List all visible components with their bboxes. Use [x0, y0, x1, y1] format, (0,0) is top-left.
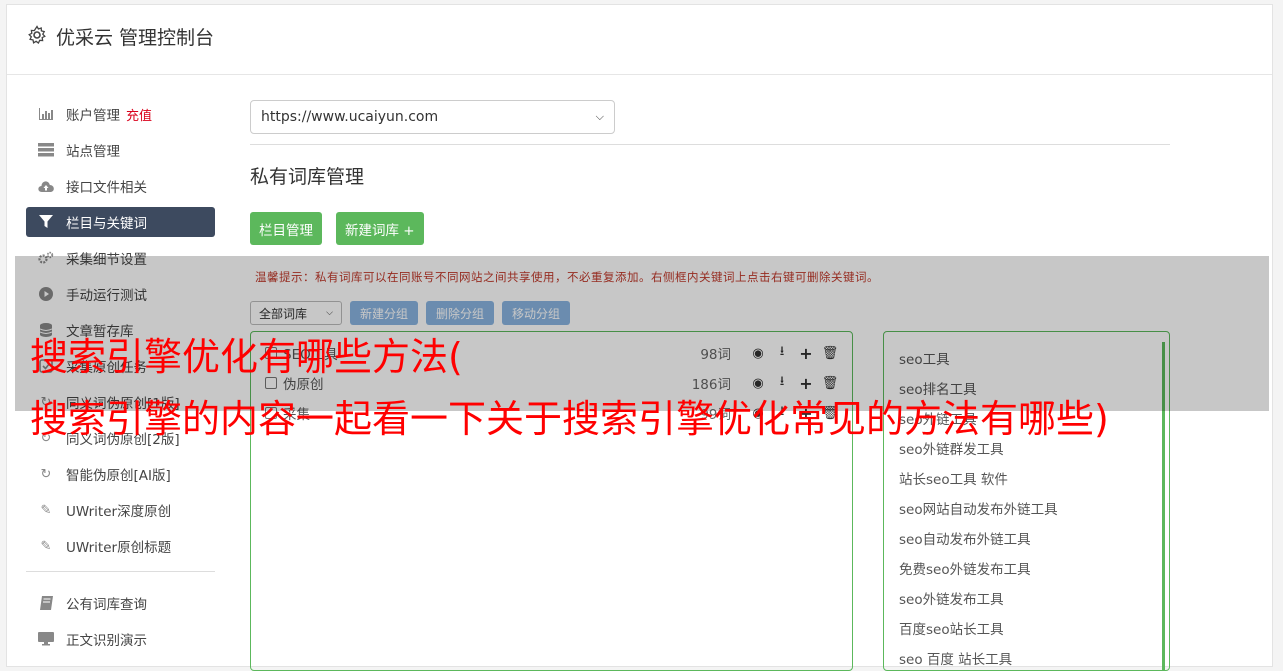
- sidebar-item-label: 公有词库查询: [66, 597, 147, 613]
- overlay-headline-line1: 搜索引擎优化有哪些方法(: [30, 335, 463, 379]
- server-icon: [38, 142, 54, 158]
- sidebar-item-account[interactable]: 账户管理 充值: [26, 99, 215, 129]
- recharge-link[interactable]: 充值: [126, 105, 152, 124]
- divider: [250, 144, 1170, 145]
- keyword-item[interactable]: 站长seo工具 软件: [899, 468, 1008, 488]
- sidebar-item-label: UWriter原创标题: [66, 540, 172, 556]
- gear-icon: [28, 25, 46, 44]
- refresh-icon: ↻: [40, 466, 52, 482]
- keyword-item[interactable]: seo外链群发工具: [899, 438, 1004, 458]
- sidebar-item-label: 正文识别演示: [66, 633, 147, 649]
- sidebar-item-interface[interactable]: 接口文件相关: [26, 171, 215, 201]
- sidebar-item-text-recognition[interactable]: 正文识别演示: [26, 624, 215, 654]
- keyword-item[interactable]: seo自动发布外链工具: [899, 528, 1031, 548]
- overlay-headline-line2: 搜索引擎的内容一起看一下关于搜索引擎优化常见的方法有哪些): [30, 397, 1109, 441]
- page-title: 私有词库管理: [250, 166, 365, 188]
- sidebar-item-label: 智能伪原创[AI版]: [66, 468, 171, 484]
- keyword-item[interactable]: 百度seo站长工具: [899, 618, 1004, 638]
- cloud-upload-icon: [38, 178, 54, 194]
- monitor-icon: [38, 631, 54, 647]
- sidebar-item-label: 接口文件相关: [66, 180, 147, 196]
- columns-manage-button[interactable]: 栏目管理: [250, 212, 322, 245]
- sidebar-item-uwriter-deep[interactable]: ✎ UWriter深度原创: [26, 495, 215, 525]
- sidebar-item-label: 账户管理: [66, 108, 120, 124]
- edit-icon: ✎: [40, 502, 52, 518]
- keyword-item[interactable]: seo外链发布工具: [899, 588, 1004, 608]
- sidebar-item-sites[interactable]: 站点管理: [26, 135, 215, 165]
- sidebar-item-label: 站点管理: [66, 144, 120, 160]
- sidebar-item-public-library[interactable]: 公有词库查询: [26, 588, 215, 618]
- keyword-item[interactable]: seo 百度 站长工具: [899, 648, 1012, 668]
- sidebar-divider: [26, 571, 215, 572]
- filter-icon: [38, 214, 54, 230]
- site-select[interactable]: https://www.ucaiyun.com ⌵: [250, 100, 615, 134]
- sidebar-item-label: 栏目与关键词: [66, 216, 147, 232]
- app-title: 优采云 管理控制台: [56, 27, 215, 49]
- sidebar-item-label: UWriter深度原创: [66, 504, 172, 520]
- book-icon: [38, 595, 54, 611]
- keyword-item[interactable]: 免费seo外链发布工具: [899, 558, 1031, 578]
- top-bar: 优采云 管理控制台: [7, 5, 1272, 75]
- sidebar-item-columns-keywords[interactable]: 栏目与关键词: [26, 207, 215, 237]
- bar-chart-icon: [38, 106, 54, 122]
- new-library-button[interactable]: 新建词库 +: [336, 212, 424, 245]
- sidebar-item-uwriter-title[interactable]: ✎ UWriter原创标题: [26, 531, 215, 561]
- chevron-down-icon: ⌵: [595, 110, 604, 123]
- sidebar-item-ai-rewrite[interactable]: ↻ 智能伪原创[AI版]: [26, 459, 215, 489]
- keyword-item[interactable]: seo网站自动发布外链工具: [899, 498, 1058, 518]
- overlay-band: [15, 256, 1269, 411]
- site-select-value: https://www.ucaiyun.com: [261, 109, 439, 125]
- edit-icon: ✎: [40, 538, 52, 554]
